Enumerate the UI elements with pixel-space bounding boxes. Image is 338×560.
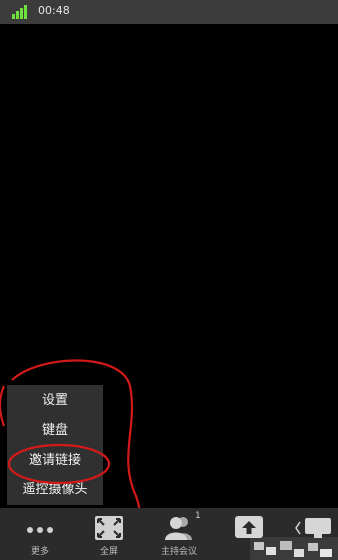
host-meeting-label: 主持会议 [160,547,197,557]
signal-strength-icon [12,5,32,19]
menu-item-invite-link[interactable]: 邀请链接 [7,446,103,476]
more-menu: 设置 键盘 邀请链接 遥控摄像头 [7,385,103,505]
menu-item-remote-camera[interactable]: 遥控摄像头 [7,475,103,505]
fullscreen-icon [95,516,123,540]
host-badge: 1 [195,511,201,521]
menu-item-keyboard[interactable]: 键盘 [7,416,103,446]
more-dots-icon [27,527,53,533]
pixelated-watermark [250,537,338,560]
more-label: 更多 [30,547,49,557]
host-meeting-button[interactable]: 1 主持会议 [149,508,209,560]
menu-item-settings[interactable]: 设置 [7,386,103,416]
status-bar: 00:48 [0,0,338,24]
fullscreen-button[interactable]: 全屏 [79,508,139,560]
more-button[interactable]: 更多 [10,508,70,560]
status-time: 00:48 [38,4,70,17]
fullscreen-label: 全屏 [99,547,118,557]
